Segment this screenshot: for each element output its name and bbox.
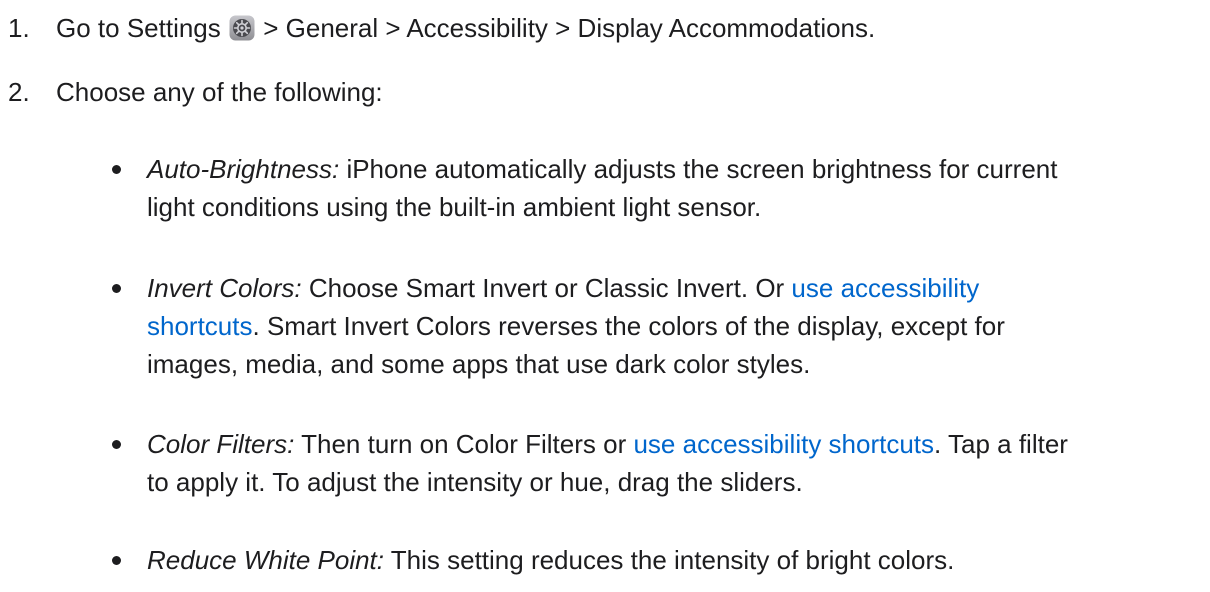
step-text: Choose any of the following: (56, 77, 383, 107)
option-term: Invert Colors: (147, 273, 302, 303)
option-term: Color Filters: (147, 429, 295, 459)
bullet-dot (112, 556, 121, 565)
accessibility-shortcuts-link[interactable]: shortcuts (147, 311, 253, 341)
step-prefix: Go to Settings (56, 13, 221, 43)
bullet-dot (112, 440, 121, 449)
accessibility-shortcuts-link[interactable]: use accessibility shortcuts (633, 429, 934, 459)
gear-icon (229, 13, 255, 41)
accessibility-shortcuts-link[interactable]: use accessibility (791, 273, 979, 303)
bullet-dot (112, 165, 121, 174)
step-number: 2. (8, 77, 30, 107)
option-term: Auto-Brightness: (147, 154, 340, 184)
option-term: Reduce White Point: (147, 545, 385, 575)
option-text: Color Filters: Then turn on Color Filter… (147, 429, 1068, 497)
option-text: Auto-Brightness: iPhone automatically ad… (147, 154, 1058, 222)
instructions-page: 1. Go to Settings > General > Accessibil… (0, 0, 1210, 592)
step-text: Go to Settings > General > Accessibility… (56, 9, 875, 47)
step-number: 1. (8, 13, 30, 43)
option-text: Reduce White Point: This setting reduces… (147, 545, 955, 575)
bullet-dot (112, 284, 121, 293)
settings-path: > General > Accessibility > Display Acco… (263, 13, 876, 43)
option-text: Invert Colors: Choose Smart Invert or Cl… (147, 273, 1005, 379)
